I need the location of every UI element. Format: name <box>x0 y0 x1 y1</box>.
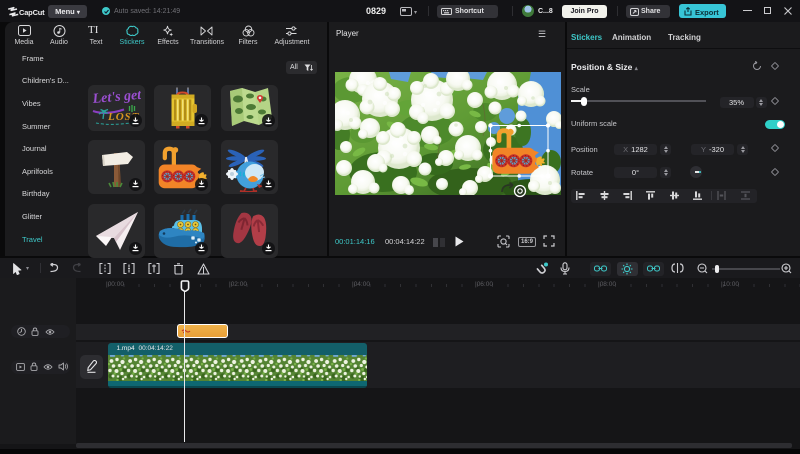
svg-text:Let's get: Let's get <box>92 88 141 107</box>
